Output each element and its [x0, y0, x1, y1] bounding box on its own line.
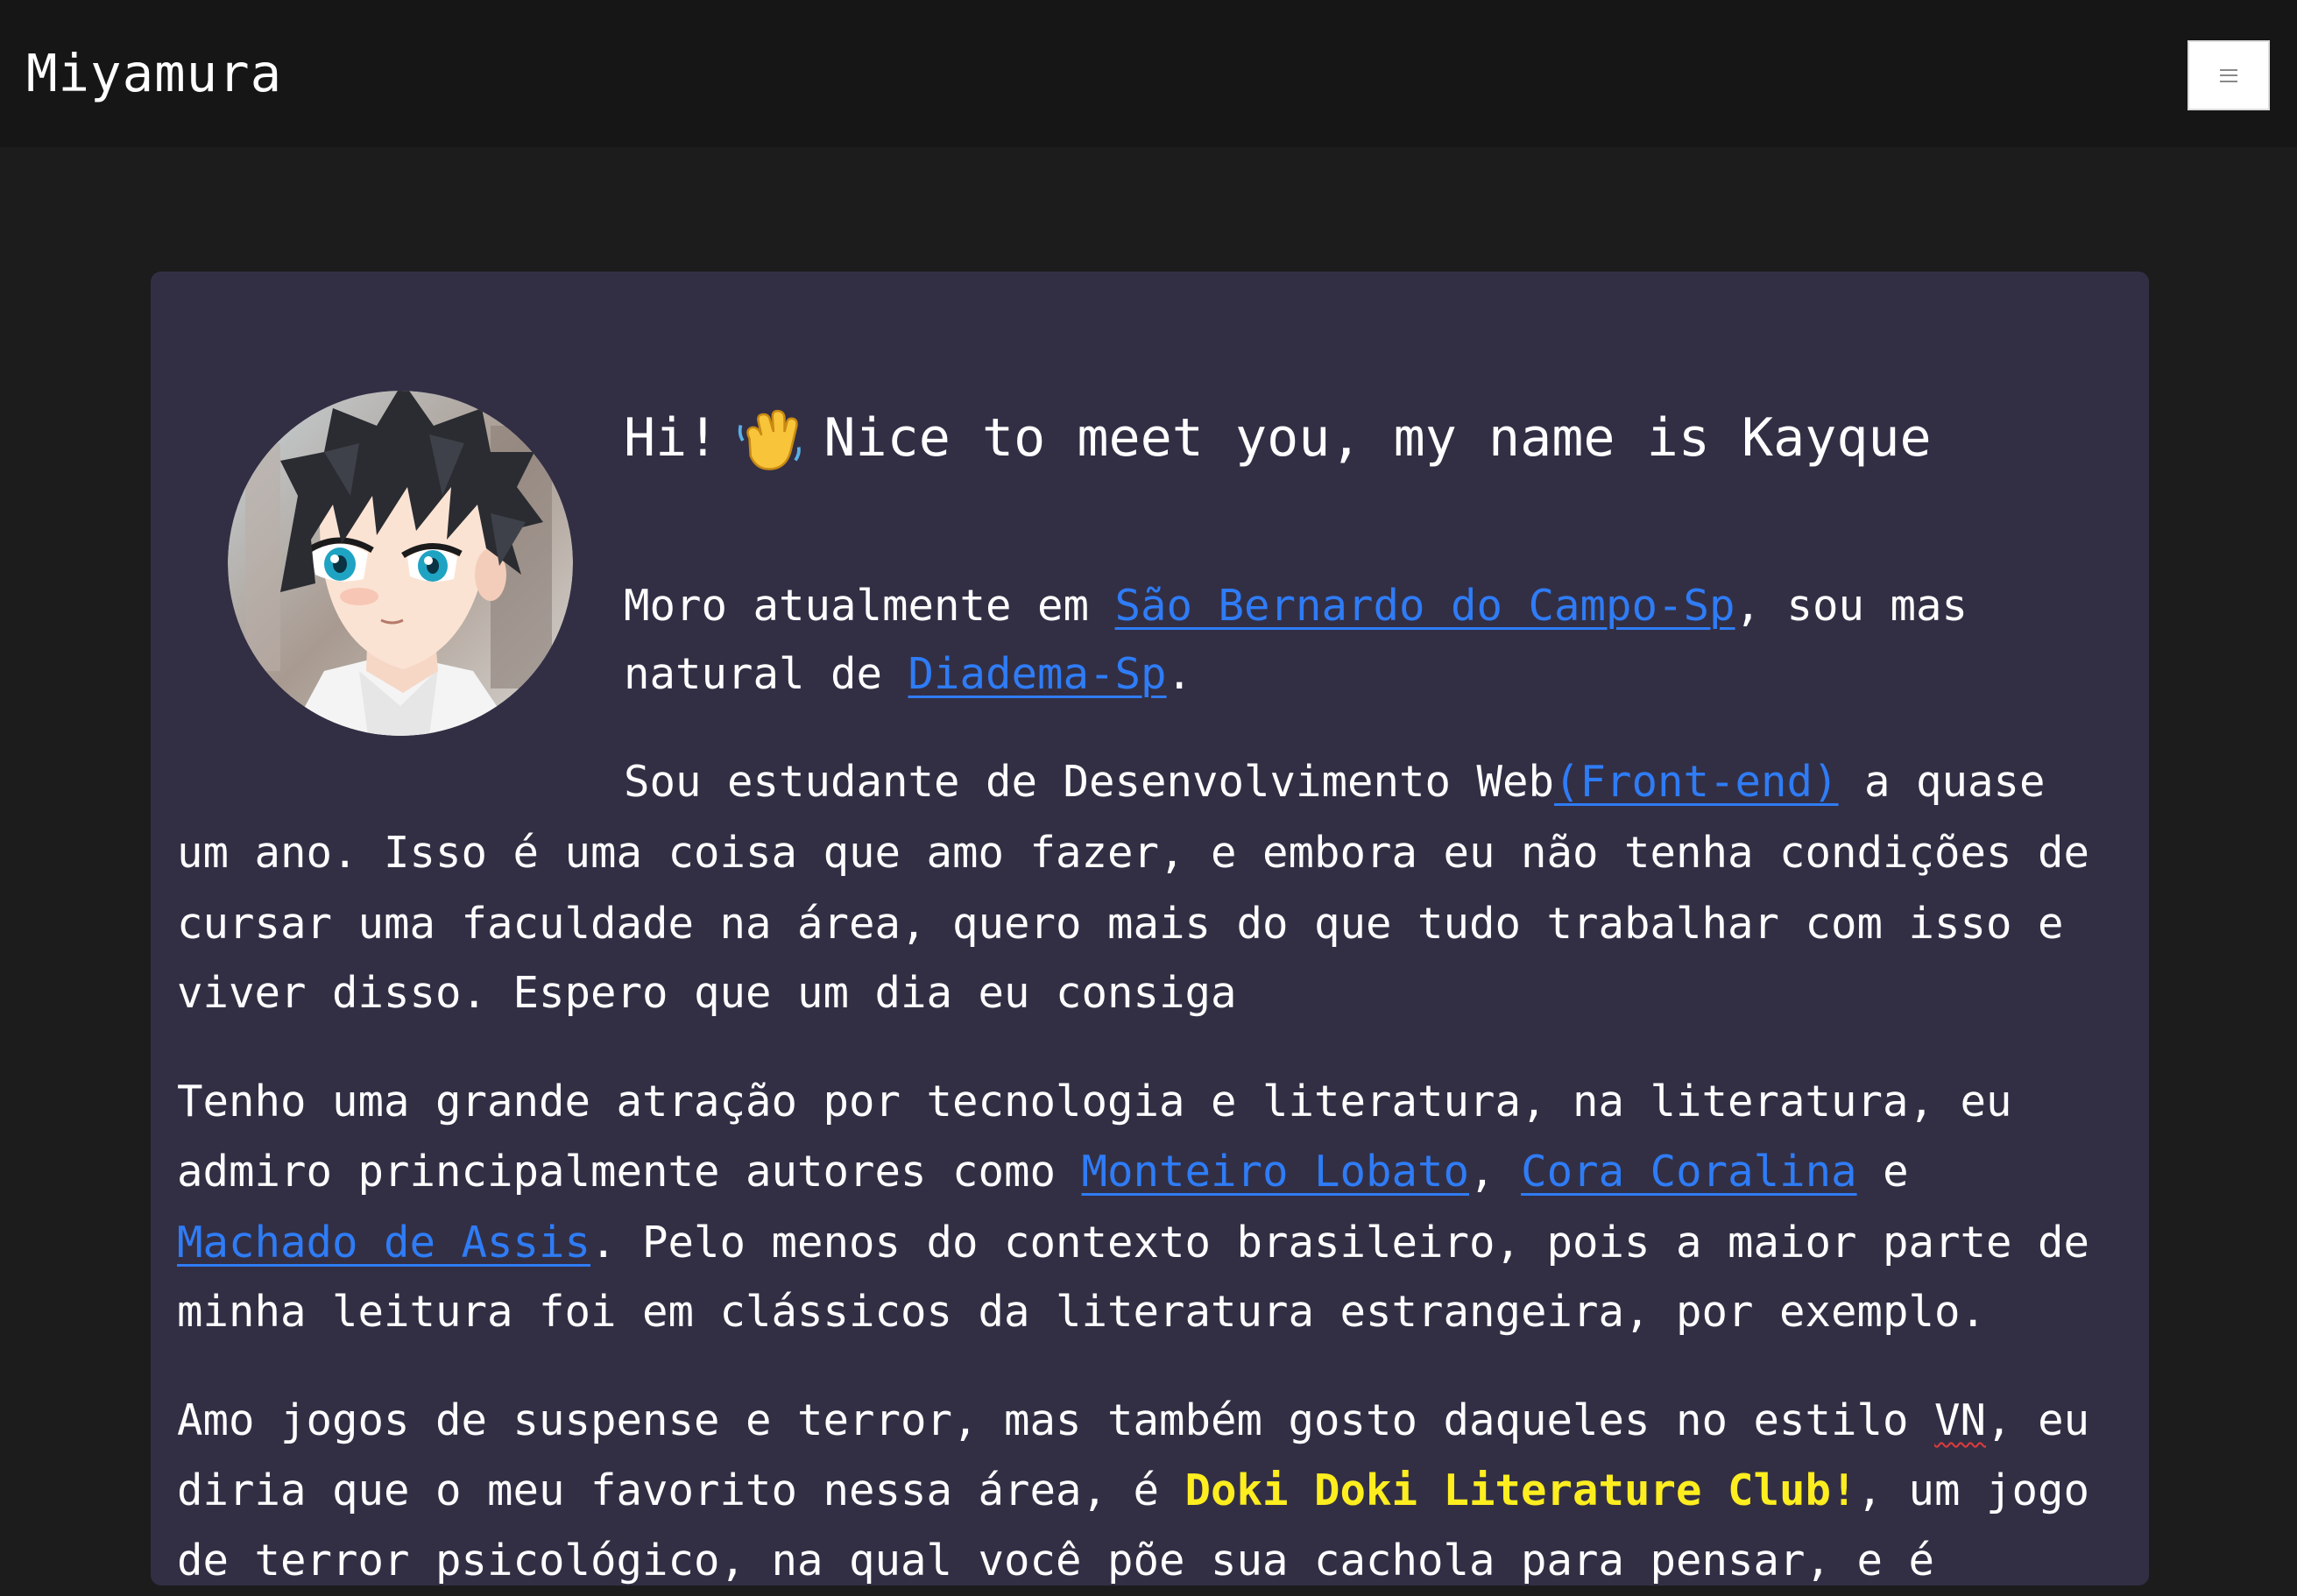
- intro-text-4: .: [1166, 649, 1193, 699]
- greeting-post: Nice to meet you, my name is Kayque: [823, 407, 1932, 469]
- link-front-end[interactable]: (Front-end): [1554, 757, 1839, 807]
- brand-title[interactable]: Miyamura: [26, 42, 282, 105]
- study-text-1: Sou estudante de Desenvolvimento Web: [624, 757, 1555, 807]
- anime-avatar-image: [228, 391, 573, 736]
- intro-line-1: Moro atualmente em São Bernardo do Campo…: [624, 571, 1968, 641]
- greeting-heading: Hi! Nice to meet you, my name is Kayque: [624, 403, 1932, 476]
- games-line-1: Amo jogos de suspense e terror, mas tamb…: [177, 1386, 2089, 1456]
- literature-line-2: admiro principalmente autores como Monte…: [177, 1137, 1909, 1207]
- link-diadema[interactable]: Diadema-Sp: [908, 649, 1167, 699]
- avatar: [228, 391, 573, 736]
- intro-line-2: natural de Diadema-Sp.: [624, 639, 1192, 710]
- menu-toggle-button[interactable]: [2187, 40, 2270, 110]
- literature-line-4: minha leitura foi em clássicos da litera…: [177, 1287, 1987, 1337]
- greeting-pre: Hi!: [624, 407, 719, 469]
- link-sao-bernardo[interactable]: São Bernardo do Campo-Sp: [1115, 581, 1735, 631]
- study-text-2: a quase: [1838, 757, 2046, 807]
- vn-abbreviation: VN: [1934, 1395, 1987, 1445]
- study-line-2: um ano. Isso é uma coisa que amo fazer, …: [177, 828, 2090, 878]
- game-title-highlight: Doki Doki Literature Club!: [1184, 1465, 1857, 1515]
- study-line-3: cursar uma faculdade na área, quero mais…: [177, 899, 2064, 949]
- literature-text-3: e: [1856, 1147, 1909, 1197]
- link-machado-de-assis[interactable]: Machado de Assis: [177, 1218, 590, 1268]
- literature-text-1: admiro principalmente autores como: [177, 1147, 1082, 1197]
- intro-text-1: Moro atualmente em: [624, 581, 1115, 631]
- games-text-2: , eu: [1986, 1395, 2090, 1445]
- games-text-1: Amo jogos de suspense e terror, mas tamb…: [177, 1395, 1935, 1445]
- study-line-1: Sou estudante de Desenvolvimento Web(Fro…: [624, 747, 2046, 817]
- study-line-4: viver disso. Espero que um dia eu consig…: [177, 968, 1237, 1018]
- literature-line-1: Tenho uma grande atração por tecnologia …: [177, 1077, 2012, 1126]
- intro-text-3: natural de: [624, 649, 908, 699]
- link-monteiro-lobato[interactable]: Monteiro Lobato: [1082, 1147, 1470, 1197]
- games-line-3: de terror psicológico, na qual você põe …: [177, 1536, 1935, 1585]
- about-card: Hi! Nice to meet you, my name is Kayque …: [151, 272, 2149, 1585]
- literature-text-4: . Pelo menos do contexto brasileiro, poi…: [590, 1218, 2090, 1268]
- hamburger-icon: [2220, 68, 2237, 82]
- link-cora-coralina[interactable]: Cora Coralina: [1521, 1147, 1857, 1197]
- games-text-3: diria que o meu favorito nessa área, é: [177, 1465, 1185, 1515]
- waving-hand-icon: [739, 410, 802, 471]
- games-text-4: , um jogo: [1856, 1465, 2090, 1515]
- literature-text-2: ,: [1469, 1147, 1522, 1197]
- literature-line-3: Machado de Assis. Pelo menos do contexto…: [177, 1208, 2089, 1278]
- intro-text-2: , sou mas: [1735, 581, 1968, 631]
- games-line-2: diria que o meu favorito nessa área, é D…: [177, 1456, 2089, 1526]
- navbar: Miyamura: [0, 0, 2297, 147]
